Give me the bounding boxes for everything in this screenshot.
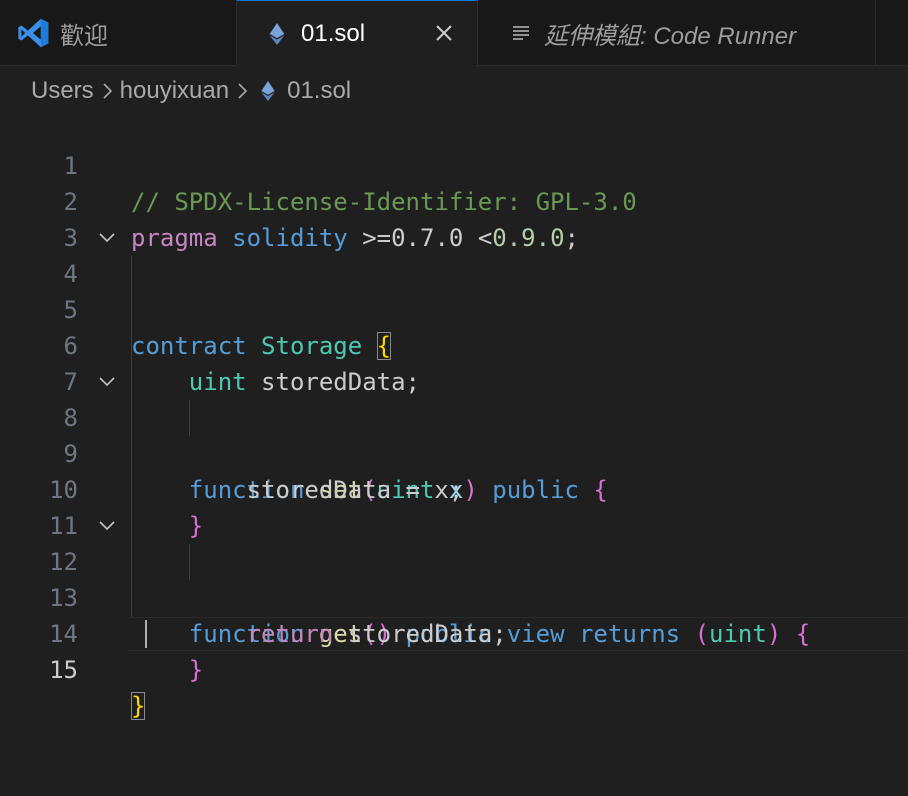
- ethereum-icon: [261, 81, 275, 101]
- code-line: 13 return storedData;: [0, 544, 908, 648]
- code-line: 6 uint storedData;: [0, 292, 908, 396]
- code-line-current: 15 }: [0, 616, 908, 720]
- code-line: 12 function get() public view returns (u…: [0, 508, 908, 648]
- tab-bar: 歡迎 01.sol 延伸模組: Code Runner: [0, 0, 908, 67]
- breadcrumb: Users houyixuan 01.sol: [31, 74, 351, 108]
- close-icon[interactable]: [433, 22, 455, 44]
- chevron-down-icon[interactable]: [98, 230, 116, 246]
- code-line: 5: [0, 256, 908, 324]
- code-line: 10 }: [0, 436, 908, 540]
- code-line: 14 }: [0, 580, 908, 684]
- breadcrumb-users[interactable]: Users: [31, 77, 94, 105]
- chevron-down-icon[interactable]: [98, 374, 116, 390]
- tab-extension-label: 延伸模組: Code Runner: [544, 22, 797, 50]
- code-content: }: [131, 652, 203, 688]
- breadcrumb-houyixuan[interactable]: houyixuan: [120, 77, 229, 105]
- chevron-down-icon[interactable]: [98, 518, 116, 534]
- chevron-right-icon: [103, 83, 112, 99]
- tab-extension-code-runner[interactable]: 延伸模組: Code Runner: [478, 0, 876, 66]
- breadcrumb-file[interactable]: 01.sol: [287, 77, 351, 105]
- tab-welcome-label: 歡迎: [60, 22, 108, 50]
- code-line: 9 storedData = x;: [0, 400, 908, 504]
- tab-welcome[interactable]: 歡迎: [0, 0, 237, 66]
- code-line: 3: [0, 184, 908, 252]
- tab-01-sol[interactable]: 01.sol: [237, 0, 478, 67]
- code-line: 1 // SPDX-License-Identifier: GPL-3.0: [0, 112, 908, 216]
- code-content: }: [131, 688, 146, 724]
- token-brace: }: [188, 656, 204, 684]
- code-editor[interactable]: 1 // SPDX-License-Identifier: GPL-3.0 2 …: [0, 112, 908, 720]
- token-brace: }: [131, 692, 146, 720]
- text-cursor: [145, 620, 147, 648]
- code-line: 2 pragma solidity >=0.7.0 <0.9.0;: [0, 148, 908, 252]
- line-number-active: 15: [49, 656, 78, 684]
- code-line: 4 contract Storage {: [0, 220, 908, 360]
- code-line: 11: [0, 472, 908, 540]
- ethereum-icon: [269, 23, 285, 45]
- code-line: 7: [0, 328, 908, 396]
- tab-active-label: 01.sol: [301, 20, 366, 47]
- lines-icon: [513, 26, 529, 40]
- chevron-right-icon: [238, 83, 248, 99]
- code-line: 8 function set(uint x) public {: [0, 364, 908, 504]
- vscode-icon: [18, 18, 49, 48]
